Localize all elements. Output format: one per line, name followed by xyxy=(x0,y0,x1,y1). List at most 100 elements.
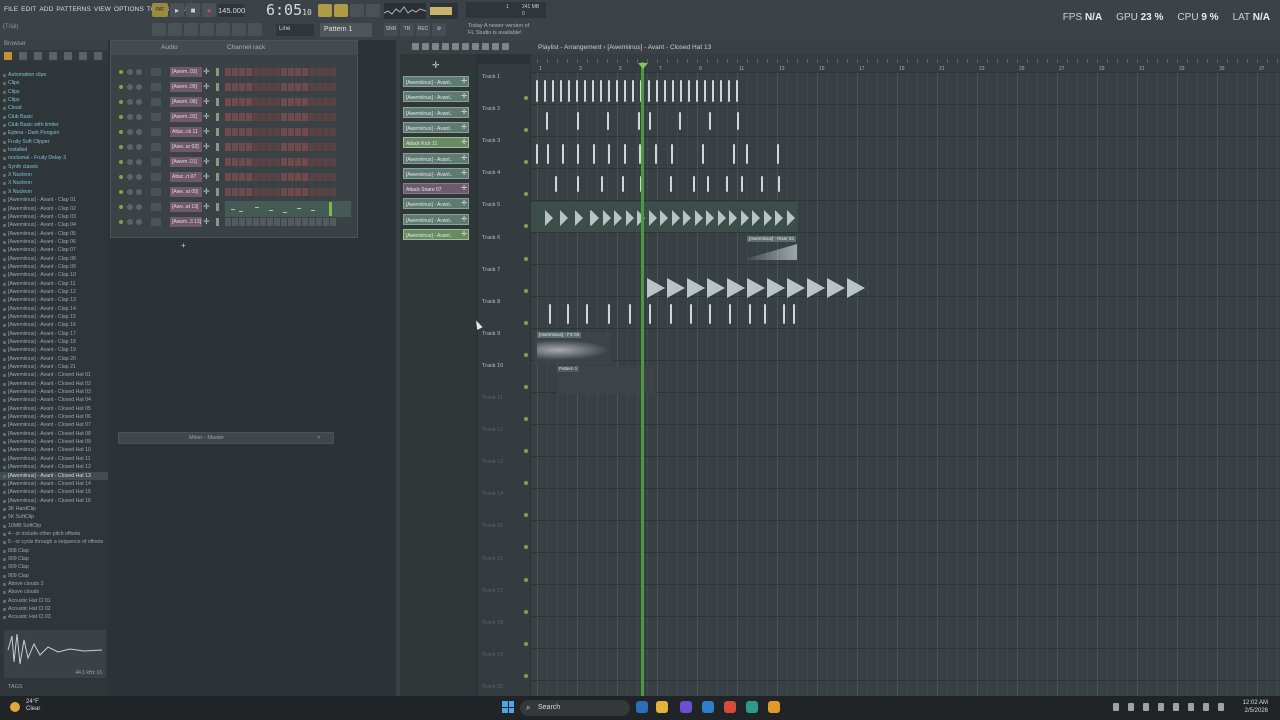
browser-folder[interactable]: nocturnal - Fruity Delay 3 xyxy=(0,154,108,162)
step-button[interactable] xyxy=(288,158,294,166)
step-button[interactable] xyxy=(316,188,322,196)
track-mute-led[interactable] xyxy=(524,256,528,261)
browser-file[interactable]: [Awemiinus] - Avant - Closed Hat 08 xyxy=(0,430,108,438)
step-button[interactable] xyxy=(253,98,259,106)
menu-item-view[interactable]: VIEW xyxy=(94,6,111,13)
step-button[interactable] xyxy=(253,158,259,166)
step-button[interactable] xyxy=(295,143,301,151)
browser-file[interactable]: 4 - or include other pitch offsets xyxy=(0,530,108,538)
audio-hit[interactable] xyxy=(737,112,739,130)
update-notice[interactable]: Today A newer version of FL Studio is av… xyxy=(468,23,529,37)
step-button[interactable] xyxy=(309,98,315,106)
channel-row[interactable]: [Awe..at 05] ✛ xyxy=(117,186,353,198)
audio-hit[interactable] xyxy=(601,176,603,192)
browser-file[interactable]: [Awemiinus] - Avant - Closed Hat 15 xyxy=(0,488,108,496)
step-button[interactable] xyxy=(239,188,245,196)
step-button[interactable] xyxy=(316,173,322,181)
browser-file[interactable]: [Awemiinus] - Avant - Closed Hat 09 xyxy=(0,438,108,446)
browser-folder[interactable]: Installed xyxy=(0,146,108,154)
volume-knob[interactable] xyxy=(136,189,142,195)
picker-clip[interactable]: [Awemiinus] - Avant.. ✛ xyxy=(403,167,469,179)
browser-file[interactable]: [Awemiinus] - Avant - Clap 21 xyxy=(0,363,108,371)
tool-icon-2[interactable] xyxy=(168,23,182,36)
channel-name-button[interactable]: [Awem..01] xyxy=(170,157,202,167)
step-button[interactable] xyxy=(274,143,280,151)
kick-hit[interactable] xyxy=(752,210,760,226)
step-button[interactable] xyxy=(281,188,287,196)
step-button[interactable] xyxy=(239,98,245,106)
browser-file[interactable]: 5K SoftClip xyxy=(0,513,108,521)
audio-hit[interactable] xyxy=(568,80,570,102)
browser-file[interactable]: [Awemiinus] - Avant - Clap 15 xyxy=(0,313,108,321)
picker-clip[interactable]: [Awemiinus] - Avant.. ✛ xyxy=(403,229,469,240)
step-button[interactable] xyxy=(253,143,259,151)
channel-led[interactable] xyxy=(119,175,123,179)
browser-file[interactable]: [Awemiinus] - Avant - Clap 19 xyxy=(0,346,108,354)
step-button[interactable] xyxy=(225,128,231,136)
channel-row[interactable]: [Awe..ar 02] ✛ xyxy=(117,141,353,153)
track-mute-led[interactable] xyxy=(524,192,528,197)
step-button[interactable] xyxy=(239,128,245,136)
pattern-selector[interactable]: Pattern 1 xyxy=(320,23,372,37)
step-button[interactable] xyxy=(267,173,273,181)
tray-icon-1[interactable] xyxy=(1128,703,1134,711)
step-button[interactable] xyxy=(267,98,273,106)
file-explorer-icon[interactable] xyxy=(656,701,668,713)
step-button[interactable] xyxy=(309,113,315,121)
track-header[interactable]: Track 12 xyxy=(482,427,530,459)
step-button[interactable] xyxy=(323,188,329,196)
browser-file[interactable]: Acoustic Hat Cl 01 xyxy=(0,597,108,605)
audio-hit[interactable] xyxy=(648,80,650,102)
wifi-icon[interactable] xyxy=(1188,703,1194,711)
audio-hit[interactable] xyxy=(544,80,546,102)
step-button[interactable] xyxy=(316,113,322,121)
channel-select[interactable] xyxy=(216,113,219,121)
channel-led[interactable] xyxy=(119,85,123,89)
audio-hit[interactable] xyxy=(670,176,672,192)
audio-hit[interactable] xyxy=(552,80,554,102)
kick-hit[interactable] xyxy=(717,210,726,226)
fl-studio-icon[interactable] xyxy=(768,701,780,713)
step-button[interactable] xyxy=(309,128,315,136)
magnet-icon[interactable] xyxy=(412,43,419,50)
audio-hit[interactable] xyxy=(726,176,728,192)
channel-name-button[interactable]: Attac..rt 07 xyxy=(170,172,202,182)
browser-file[interactable]: [Awemiinus] - Avant - Clap 02 xyxy=(0,205,108,213)
audio-hit[interactable] xyxy=(616,80,618,102)
browser-back-icon[interactable] xyxy=(19,52,27,60)
step-button[interactable] xyxy=(302,158,308,166)
mixer-track-select[interactable] xyxy=(151,158,161,166)
step-button[interactable] xyxy=(274,173,280,181)
step-button[interactable] xyxy=(323,128,329,136)
step-button[interactable] xyxy=(323,143,329,151)
step-button[interactable] xyxy=(309,143,315,151)
browser-menu-icon[interactable] xyxy=(4,52,12,60)
browser-file[interactable]: 909 Clap xyxy=(0,572,108,580)
browser-file[interactable]: [Awemiinus] - Avant - Clap 14 xyxy=(0,305,108,313)
step-button[interactable] xyxy=(288,83,294,91)
channel-name-button[interactable]: [Awem..02] xyxy=(170,112,202,122)
pattern-song-toggle[interactable]: PAT xyxy=(152,3,168,17)
channel-led[interactable] xyxy=(119,145,123,149)
channel-row[interactable]: [Awem..02] ✛ xyxy=(117,111,353,123)
track-header[interactable]: Track 11 xyxy=(482,395,530,427)
audio-hit[interactable] xyxy=(536,144,538,164)
audio-hit[interactable] xyxy=(560,80,562,102)
audio-hit[interactable] xyxy=(577,112,579,130)
track-header[interactable]: Track 5 xyxy=(482,202,530,234)
menu-item-edit[interactable]: EDIT xyxy=(21,6,36,13)
audio-hit[interactable] xyxy=(536,80,538,102)
step-button[interactable] xyxy=(302,113,308,121)
select-icon[interactable] xyxy=(482,43,489,50)
browser-file[interactable]: [Awemiinus] - Avant - Closed Hat 02 xyxy=(0,380,108,388)
audio-hit[interactable] xyxy=(608,144,610,164)
browser-cloud-icon[interactable] xyxy=(64,52,72,60)
step-button[interactable] xyxy=(225,68,231,76)
step-button[interactable] xyxy=(330,173,336,181)
step-button[interactable] xyxy=(281,128,287,136)
channel-add-icon[interactable]: ✛ xyxy=(203,82,210,92)
step-button[interactable] xyxy=(295,98,301,106)
browser-file[interactable]: [Awemiinus] - Avant - Clap 10 xyxy=(0,271,108,279)
step-button[interactable] xyxy=(295,218,301,226)
kick-hit[interactable] xyxy=(763,210,772,226)
